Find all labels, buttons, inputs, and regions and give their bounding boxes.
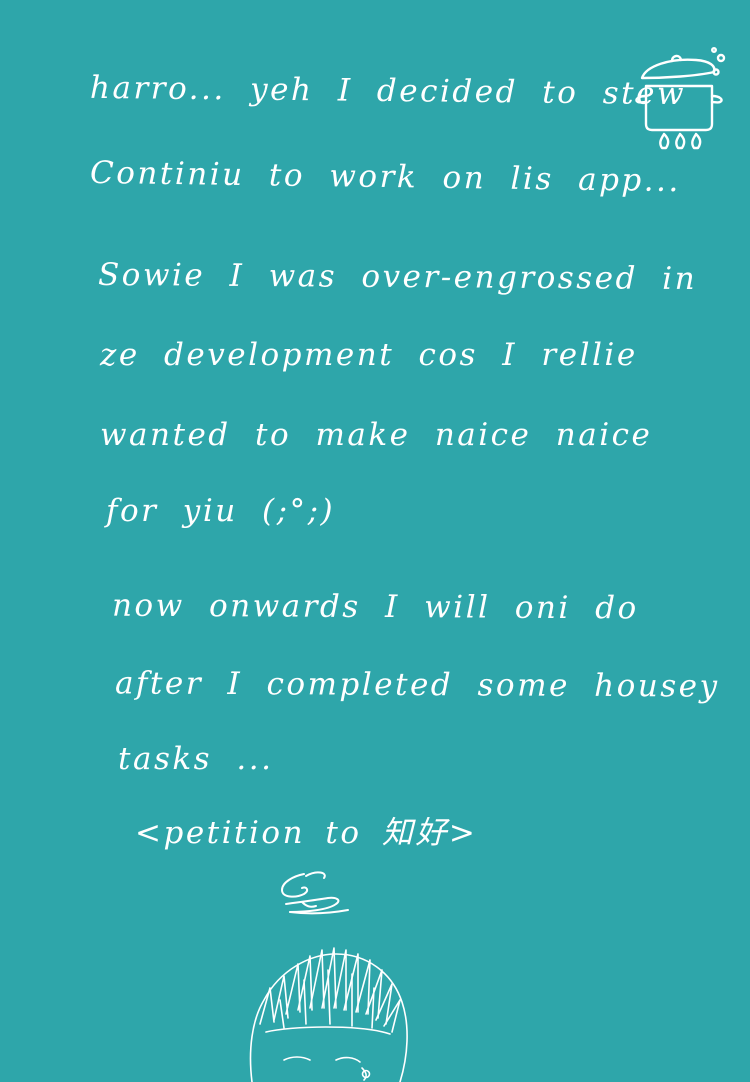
note-line-3: Sowie I was over-engrossed in [97, 256, 698, 298]
stew-pot-icon [635, 47, 726, 150]
note-line-8: after I completed some housey [114, 665, 720, 705]
portrait-sketch [249, 947, 408, 1082]
note-line-5: wanted to make naice naice [100, 417, 653, 453]
note-line-7: now onwards I will oni do [111, 587, 639, 627]
note-line-4: ze development cos I rellie [100, 337, 638, 373]
note-line-10: <petition to 知好> [135, 815, 478, 851]
note-line-6: for yiu (;°;) [106, 493, 336, 529]
signature-scribble [281, 871, 349, 915]
note-line-1: harro... yeh I decided to stew [89, 69, 687, 113]
note-canvas: harro... yeh I decided to stew Continiu … [0, 0, 750, 1082]
note-line-9: tasks ... [118, 741, 274, 777]
note-line-2: Continiu to work on lis app... [89, 154, 682, 200]
